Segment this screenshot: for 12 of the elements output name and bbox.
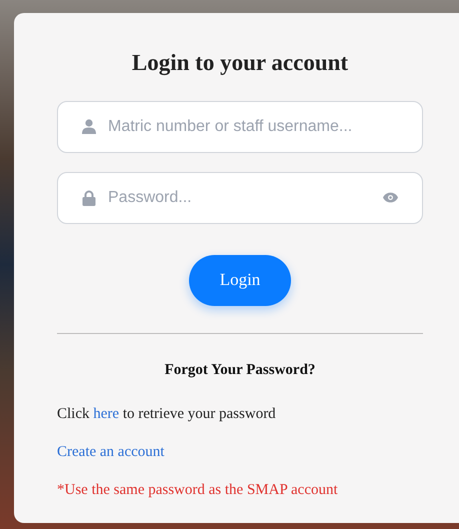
password-note: *Use the same password as the SMAP account (57, 481, 339, 500)
forgot-password-heading: Forgot Your Password? (164, 360, 316, 380)
login-button[interactable]: Login (189, 254, 291, 306)
here-link[interactable]: here (93, 406, 120, 422)
create-account-link[interactable]: Create an account (57, 440, 164, 463)
lock-icon (82, 190, 96, 206)
eye-icon[interactable] (383, 192, 398, 202)
user-icon (82, 119, 96, 134)
username-field[interactable]: Matric number or staff username... (57, 100, 423, 152)
password-field[interactable]: Password... (57, 172, 423, 224)
login-title: Login to your account (130, 49, 350, 78)
retrieve-password-text: Click here to retrieve your password (57, 405, 277, 424)
